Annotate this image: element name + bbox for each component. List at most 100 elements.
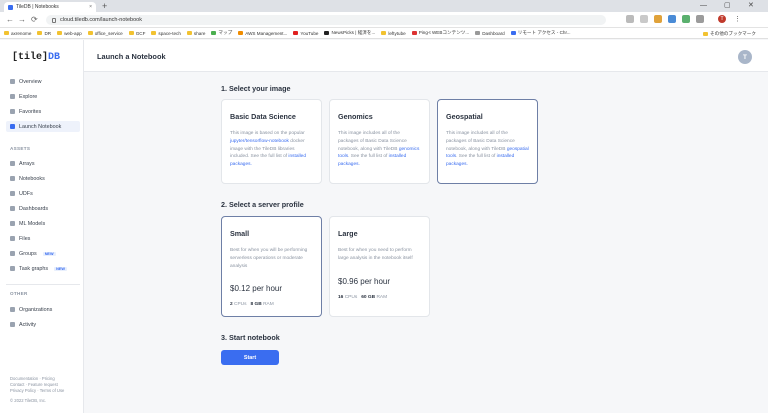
bookmark-item[interactable]: axrenome <box>4 31 31 36</box>
notebook-icon <box>10 124 15 129</box>
sidebar-item-launch-notebook[interactable]: Launch Notebook <box>6 121 80 132</box>
close-window-icon[interactable]: ✕ <box>748 1 754 11</box>
extension-icon[interactable] <box>668 15 676 23</box>
activity-icon <box>10 322 15 327</box>
sidebar-item-ml-models[interactable]: ML Models <box>6 218 80 229</box>
new-tab-button[interactable]: + <box>102 1 107 11</box>
terms-of-use-link[interactable]: Terms of Use <box>40 388 65 393</box>
extension-icon[interactable] <box>682 15 690 23</box>
divider <box>6 284 80 285</box>
sidebar-item-task-graphs[interactable]: Task graphs NEW <box>6 263 80 274</box>
profile-avatar[interactable]: T <box>718 15 726 23</box>
profile-card-large[interactable]: Large Best for when you need to perform … <box>329 216 430 317</box>
documentation-link[interactable]: Documentation <box>10 376 38 381</box>
newspicks-icon <box>324 31 330 35</box>
share-icon[interactable] <box>640 15 648 23</box>
sidebar-item-files[interactable]: Files <box>6 233 80 244</box>
card-description: This image is based on the popular jupyt… <box>230 131 307 168</box>
step1-title: 1. Select your image <box>221 84 291 93</box>
bookmark-item[interactable]: share <box>186 31 205 36</box>
folder-icon <box>151 31 157 35</box>
card-title: Small <box>230 229 250 238</box>
sidebar-item-groups[interactable]: Groups NEW <box>6 248 80 259</box>
lock-icon <box>52 17 56 23</box>
sidebar-item-activity[interactable]: Activity <box>6 319 80 330</box>
profile-card-small[interactable]: Small Best for when you will be performi… <box>221 216 322 317</box>
folder-icon <box>57 31 63 35</box>
image-card-geospatial[interactable]: Geospatial This image includes all of th… <box>437 99 538 184</box>
bookmark-item[interactable]: リモート アクセス - Chr... <box>510 30 571 36</box>
bookmark-item[interactable]: AWS Management... <box>238 31 287 36</box>
bookmark-item[interactable]: GCF <box>128 31 145 36</box>
tensorflow-notebook-link[interactable]: jupyter/tensorflow-notebook <box>230 139 289 144</box>
puzzle-icon[interactable] <box>696 15 704 23</box>
sidebar-item-overview[interactable]: Overview <box>6 76 80 87</box>
specs: 2 CPUs 8 GB RAM <box>230 302 274 308</box>
sidebar-item-arrays[interactable]: Arrays <box>6 158 80 169</box>
tiledb-logo[interactable]: [tile]DB <box>12 52 60 63</box>
url-input[interactable]: cloud.tiledb.com/launch-notebook <box>46 15 606 25</box>
start-button[interactable]: Start <box>221 350 279 365</box>
bookmarks-bar: axrenome DR web-app office_service GCF s… <box>0 28 768 39</box>
copyright: © 2022 TileDB, Inc. <box>10 398 47 403</box>
bookmark-item[interactable]: leftytube <box>381 31 406 36</box>
card-title: Geospatial <box>446 112 483 121</box>
bookmark-item[interactable]: Ping-t WEBコンテンツ... <box>411 30 469 36</box>
sidebar-item-dashboards[interactable]: Dashboards <box>6 203 80 214</box>
bookmark-item[interactable]: マップ <box>211 30 232 36</box>
maps-icon <box>211 31 217 35</box>
arrays-icon <box>10 161 15 166</box>
ml-models-icon <box>10 221 15 226</box>
bookmark-item[interactable]: YouTube <box>293 31 318 36</box>
price: $0.12 per hour <box>230 284 283 294</box>
image-card-basic-data-science[interactable]: Basic Data Science This image is based o… <box>221 99 322 184</box>
dashboards-icon <box>10 206 15 211</box>
browser-tab[interactable]: TileDB | Notebooks × <box>4 2 96 12</box>
card-title: Genomics <box>338 112 373 121</box>
task-graphs-icon <box>10 266 15 271</box>
maximize-icon[interactable]: ▢ <box>724 1 731 11</box>
bookmark-item[interactable]: space-tech <box>151 31 181 36</box>
tab-close-icon[interactable]: × <box>89 4 92 10</box>
other-section-title: OTHER <box>10 291 28 296</box>
bookmark-star-icon[interactable] <box>654 15 662 23</box>
sidebar-item-udfs[interactable]: UDFs <box>6 188 80 199</box>
menu-icon[interactable]: ⋮ <box>734 15 741 23</box>
card-description: This image includes all of the packages … <box>446 131 529 168</box>
udfs-icon <box>10 191 15 196</box>
sidebar-item-notebooks[interactable]: Notebooks <box>6 173 80 184</box>
tiledb-favicon-icon <box>8 4 13 10</box>
contact-link[interactable]: Contact <box>10 382 24 387</box>
back-icon[interactable]: ← <box>6 14 14 26</box>
sidebar-footer: Documentation · Pricing Contact · Featur… <box>10 376 80 404</box>
folder-icon <box>37 31 43 35</box>
forward-icon[interactable]: → <box>18 14 26 26</box>
bookmark-item[interactable]: NewsPicks | 経済を... <box>324 30 375 36</box>
bookmark-item[interactable]: office_service <box>87 31 123 36</box>
bookmark-item[interactable]: Dashboard <box>475 31 505 36</box>
sidebar-item-organizations[interactable]: Organizations <box>6 304 80 315</box>
other-bookmarks[interactable]: その他のブックマーク <box>703 31 756 37</box>
user-avatar[interactable]: T <box>738 50 752 64</box>
bookmark-item[interactable]: web-app <box>57 31 82 36</box>
sidebar-item-explore[interactable]: Explore <box>6 91 80 102</box>
bookmark-item[interactable]: DR <box>37 31 51 36</box>
organizations-icon <box>10 307 15 312</box>
pricing-link[interactable]: Pricing <box>42 376 55 381</box>
feature-request-link[interactable]: Feature request <box>28 382 58 387</box>
minimize-icon[interactable]: — <box>700 1 707 11</box>
files-icon <box>10 236 15 241</box>
dashboard-icon <box>475 31 481 35</box>
page-header <box>84 40 768 72</box>
notebooks-icon <box>10 176 15 181</box>
new-badge: NEW <box>42 251 56 256</box>
page-title: Launch a Notebook <box>97 52 166 61</box>
privacy-policy-link[interactable]: Privacy Policy <box>10 388 36 393</box>
translate-icon[interactable] <box>626 15 634 23</box>
image-card-genomics[interactable]: Genomics This image includes all of the … <box>329 99 430 184</box>
sidebar-item-favorites[interactable]: Favorites <box>6 106 80 117</box>
folder-icon <box>381 31 387 35</box>
card-description: Best for when you need to perform large … <box>338 248 413 261</box>
reload-icon[interactable]: ⟳ <box>31 14 38 26</box>
card-description: This image includes all of the packages … <box>338 131 420 168</box>
